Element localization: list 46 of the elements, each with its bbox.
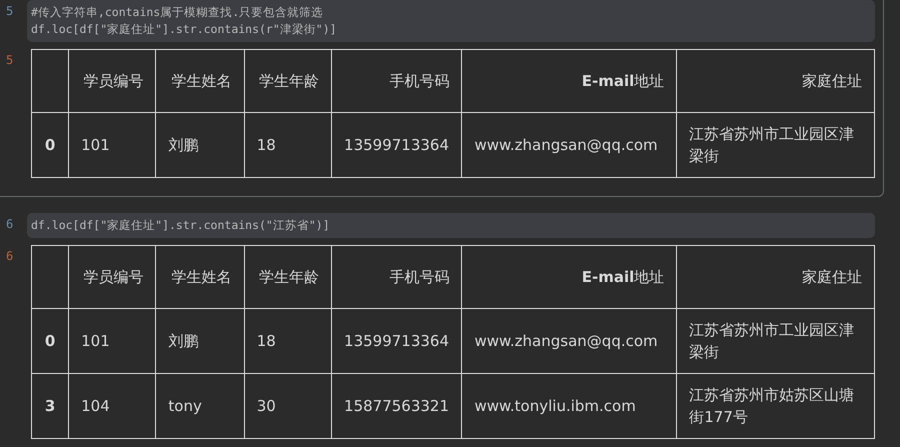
index-header-cell	[32, 50, 69, 112]
column-header: 手机号码	[332, 50, 462, 112]
column-header: 学生姓名	[156, 50, 244, 112]
notebook-cell[interactable]: 5 #传入字符串,contains属于模糊查找.只要包含就筛选 df.loc[df["家庭住址"].str.contains(r"津梁街")] 5 学员编号 学生姓名 学生年龄 手机号码 E-mail地址 家庭住址 0 101 刘鹏 18 13599713364 www.zhangsan@qq.com 江苏省苏州市工业园区津梁街	[0, 0, 884, 197]
input-prompt-number: 6	[5, 216, 14, 233]
table-cell: 101	[68, 308, 156, 374]
code-editor[interactable]: #传入字符串,contains属于模糊查找.只要包含就筛选 df.loc[df["家庭住址"].str.contains(r"津梁街")]	[27, 0, 875, 42]
index-header-cell	[32, 246, 69, 308]
table-cell: 刘鹏	[156, 112, 244, 178]
row-index: 0	[32, 112, 69, 178]
table-cell: 江苏省苏州市姑苏区山塘街177号	[676, 374, 874, 438]
row-index: 3	[32, 374, 69, 438]
notebook-cell[interactable]: 6 df.loc[df["家庭住址"].str.contains("江苏省")] 6 学员编号 学生姓名 学生年龄 手机号码 E-mail地址 家庭住址 0 101 刘鹏 18 13599713364 www.zhangsan@qq.com 江苏省苏州市工业园区津梁街 3 104 tony 30 15877563321 www.tonyliu.ibm.com 江苏省苏州市姑苏区山塘街177号	[0, 213, 884, 447]
code-line: df.loc[df["家庭住址"].str.contains(r"津梁街")]	[31, 21, 338, 38]
column-header: 学员编号	[68, 246, 156, 308]
code-line: df.loc[df["家庭住址"].str.contains("江苏省")]	[31, 217, 331, 234]
column-header: 学生年龄	[244, 246, 332, 308]
table-cell: 江苏省苏州市工业园区津梁街	[676, 308, 874, 374]
table-cell: 104	[68, 374, 156, 438]
column-header: 学生姓名	[156, 246, 244, 308]
row-index: 0	[32, 308, 69, 374]
column-header: 手机号码	[332, 246, 462, 308]
table-cell: 18	[244, 308, 332, 374]
output-prompt-number: 6	[5, 248, 14, 265]
column-header: 家庭住址	[676, 246, 874, 308]
code-editor[interactable]: df.loc[df["家庭住址"].str.contains("江苏省")]	[27, 213, 875, 238]
table-cell: www.zhangsan@qq.com	[462, 308, 677, 374]
column-header: 家庭住址	[676, 50, 874, 112]
output-prompt-number: 5	[5, 52, 14, 69]
column-header: E-mail地址	[462, 50, 677, 112]
column-header: 学员编号	[68, 50, 156, 112]
table-cell: 18	[244, 112, 332, 178]
table-cell: www.tonyliu.ibm.com	[462, 374, 677, 438]
table-cell: 江苏省苏州市工业园区津梁街	[676, 112, 874, 178]
table-cell: 13599713364	[332, 112, 462, 178]
table-cell: tony	[156, 374, 244, 438]
table-cell: 101	[68, 112, 156, 178]
code-line: #传入字符串,contains属于模糊查找.只要包含就筛选	[31, 4, 324, 21]
table-cell: www.zhangsan@qq.com	[462, 112, 677, 178]
table-cell: 13599713364	[332, 308, 462, 374]
table-cell: 30	[244, 374, 332, 438]
table-cell: 15877563321	[332, 374, 462, 438]
column-header: E-mail地址	[462, 246, 677, 308]
column-header: 学生年龄	[244, 50, 332, 112]
input-prompt-number: 5	[5, 3, 14, 20]
table-cell: 刘鹏	[156, 308, 244, 374]
